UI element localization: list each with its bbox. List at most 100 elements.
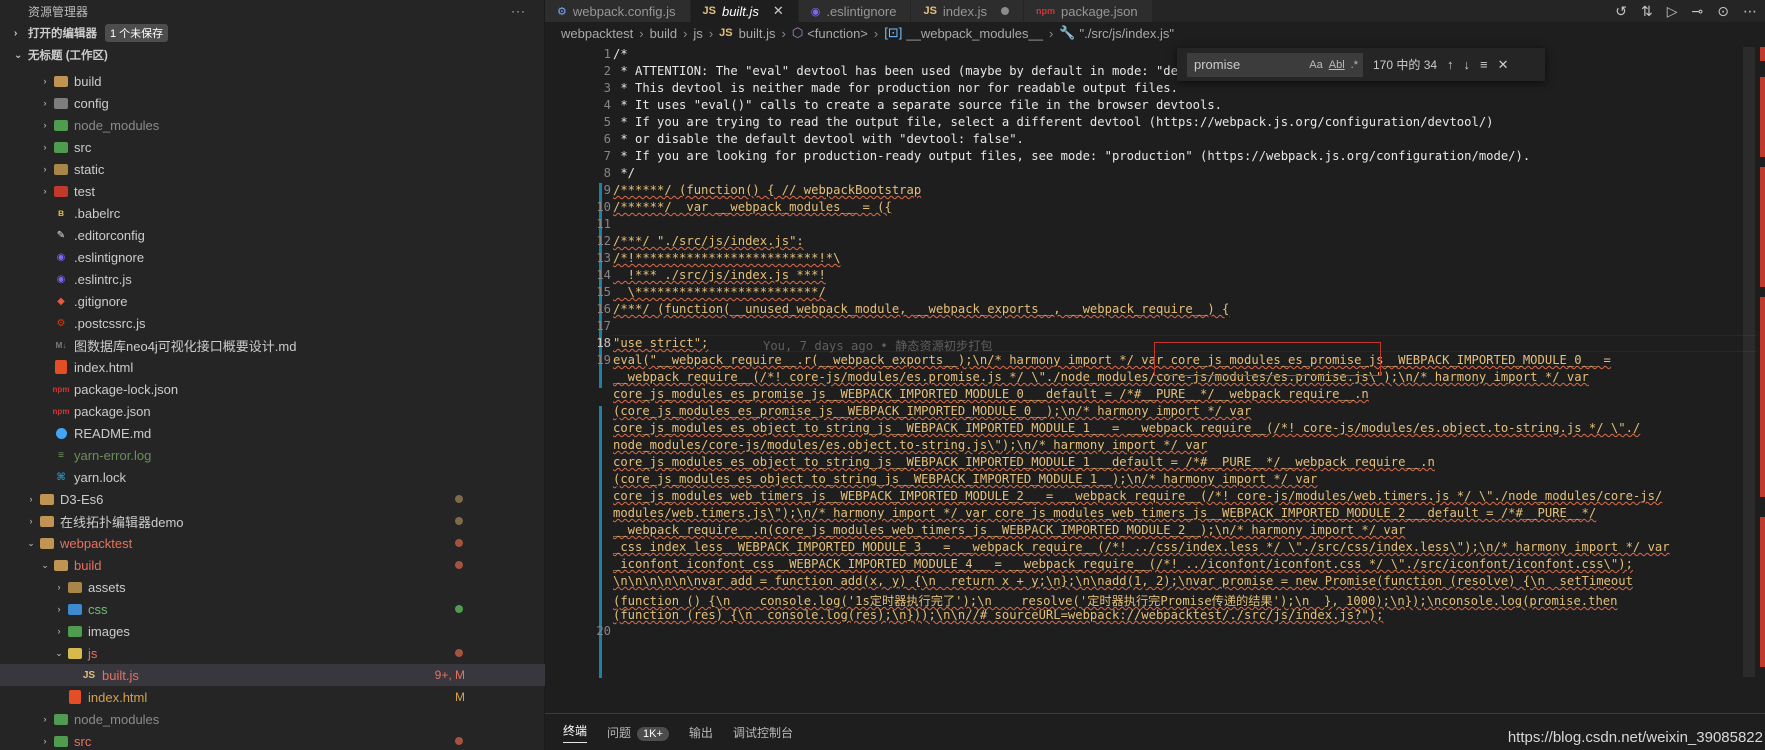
node-folder-icon (52, 117, 70, 133)
tree-item-eslintignore[interactable]: ◉ .eslintignore (0, 246, 545, 268)
css-folder-icon (66, 601, 84, 617)
code-line: __webpack_require__(/*! core-js/modules/… (613, 370, 1589, 384)
tree-item-label: src (74, 139, 92, 155)
folder-icon (52, 73, 70, 89)
status-dot (455, 605, 463, 613)
tree-item-yarn-lock[interactable]: ⌘ yarn.lock (0, 466, 545, 488)
tree-item-static[interactable]: › static (0, 158, 545, 180)
eslint-icon: ◉ (56, 251, 66, 263)
split-editor-icon[interactable]: ⊙ (1717, 3, 1729, 20)
more-actions-icon[interactable]: ··· (511, 4, 526, 18)
tree-item-built-js[interactable]: JS built.js 9+, M (0, 664, 545, 686)
git-commit-icon[interactable]: ⊸ (1692, 3, 1704, 20)
arrow-down-icon[interactable]: ↓ (1464, 57, 1471, 72)
tree-item-postcssrc[interactable]: ⚙ .postcssrc.js (0, 312, 545, 334)
tab-webpack-config[interactable]: ⚙ webpack.config.js (545, 0, 691, 22)
tab-package-json[interactable]: npm package.json (1024, 0, 1153, 22)
tree-item-build-index-html[interactable]: index.html M (0, 686, 545, 708)
tree-item-editorconfig[interactable]: ✎ .editorconfig (0, 224, 545, 246)
line-number: 7 (603, 149, 611, 163)
chevron-right-icon: › (43, 186, 47, 196)
chevron-right-icon: › (781, 25, 786, 41)
breadcrumb-item[interactable]: webpacktest (561, 26, 633, 41)
unsaved-dot-icon[interactable] (1001, 7, 1009, 15)
tab-problems[interactable]: 问题 1K+ (607, 724, 669, 741)
regex-toggle[interactable]: .* (1351, 59, 1358, 71)
whole-word-toggle[interactable]: Abl (1329, 59, 1345, 71)
tree-item-config[interactable]: › config (0, 92, 545, 114)
find-input[interactable]: promise Aa Abl .* (1187, 52, 1363, 77)
chevron-right-icon: › (29, 516, 33, 526)
tree-item-node-modules-2[interactable]: › node_modules (0, 708, 545, 730)
breadcrumb-item[interactable]: built.js (739, 26, 776, 41)
close-icon[interactable]: ✕ (1498, 57, 1509, 73)
tree-item-readme[interactable]: README.md (0, 422, 545, 444)
find-in-selection-icon[interactable]: ≡ (1480, 57, 1488, 72)
html5-icon (66, 689, 84, 705)
breadcrumb-item[interactable]: <function> (807, 26, 868, 41)
history-icon[interactable]: ↺ (1615, 3, 1627, 20)
tree-item-eslintrc[interactable]: ◉ .eslintrc.js (0, 268, 545, 290)
workspace-header[interactable]: ⌄ 无标题 (工作区) (0, 44, 544, 66)
tree-item-package-lock[interactable]: npm package-lock.json (0, 378, 545, 400)
tree-item-package-json[interactable]: npm package.json (0, 400, 545, 422)
tree-item-label: build (74, 557, 102, 573)
code-line: (function (res) {\n console.log(res);\n}… (613, 608, 1384, 622)
code-line: core_js_modules_web_timers_js__WEBPACK_I… (613, 489, 1663, 503)
close-icon[interactable]: ✕ (773, 3, 784, 19)
chevron-right-icon: › (29, 494, 33, 504)
breadcrumb-item[interactable]: "./src/js/index.js" (1080, 26, 1174, 41)
run-icon[interactable]: ▷ (1667, 3, 1678, 20)
arrow-up-icon[interactable]: ↑ (1447, 57, 1454, 72)
tab-debug-console[interactable]: 调试控制台 (733, 724, 793, 741)
more-icon[interactable]: ⋯ (1743, 3, 1757, 20)
tree-item-gitignore[interactable]: ◆ .gitignore (0, 290, 545, 312)
tree-item-src[interactable]: › src (0, 136, 545, 158)
tab-eslintignore[interactable]: ◉ .eslintignore (798, 0, 912, 22)
tree-item-label: .postcssrc.js (74, 315, 146, 331)
line-number: 3 (603, 81, 611, 95)
tree-item-label: README.md (74, 425, 152, 441)
tab-output[interactable]: 输出 (689, 724, 713, 741)
tree-item-test[interactable]: › test (0, 180, 545, 202)
tab-index-js[interactable]: JS index.js (911, 0, 1024, 22)
tree-item-assets[interactable]: › assets (0, 576, 545, 598)
match-case-toggle[interactable]: Aa (1309, 59, 1322, 71)
chevron-right-icon: › (14, 27, 18, 39)
tree-item-label: D3-Es6 (60, 491, 104, 507)
tree-root-d3-es6[interactable]: › D3-Es6 (0, 488, 545, 510)
code-line: modules/web.timers.js\");\n/* harmony im… (613, 506, 1597, 520)
tree-item-index-html[interactable]: index.html (0, 356, 545, 378)
tree-item-label: images (88, 623, 130, 639)
tree-root-topology-demo[interactable]: › 在线拓扑编辑器demo (0, 510, 545, 532)
breadcrumb-item[interactable]: __webpack_modules__ (906, 26, 1043, 41)
chevron-right-icon: › (43, 120, 47, 130)
tree-item-js[interactable]: ⌄ js (0, 642, 545, 664)
tree-item-css[interactable]: › css (0, 598, 545, 620)
tree-item-build-open[interactable]: ⌄ build (0, 554, 545, 576)
tab-built-js[interactable]: JS built.js ✕ (690, 0, 799, 22)
tree-item-build[interactable]: › build (0, 70, 545, 92)
tree-item-images[interactable]: › images (0, 620, 545, 642)
code-editor[interactable]: 1 2 3 4 5 6 7 8 9 10 11 12 13 14 15 16 1… (545, 47, 1765, 695)
tree-item-design-md[interactable]: M↓ 图数据库neo4j可视化接口概要设计.md (0, 334, 545, 356)
breadcrumb-item[interactable]: js (693, 26, 702, 41)
cube-icon: ⬡ (791, 25, 804, 40)
code-line: * ATTENTION: The "eval" devtool has been… (613, 64, 1267, 78)
tree-root-webpacktest[interactable]: ⌄ webpacktest (0, 532, 545, 554)
match-count: 170 中的 34 (1373, 58, 1438, 72)
tree-item-src-2[interactable]: › src (0, 730, 545, 750)
code-line: /* (613, 47, 628, 61)
explorer-title: 资源管理器 ··· (0, 0, 544, 22)
tree-item-node-modules[interactable]: › node_modules (0, 114, 545, 136)
vertical-scrollbar[interactable] (1743, 47, 1755, 677)
open-editors-header[interactable]: › 打开的编辑器 1 个未保存 (0, 22, 544, 44)
breadcrumb-item[interactable]: build (650, 26, 677, 41)
compare-icon[interactable]: ⇅ (1641, 3, 1653, 20)
tree-item-babelrc[interactable]: ʙ .babelrc (0, 202, 545, 224)
chevron-right-icon: › (639, 25, 644, 41)
git-icon: ◆ (57, 295, 65, 307)
src-folder-icon (52, 139, 70, 155)
tab-terminal[interactable]: 终端 (563, 722, 588, 743)
tree-item-yarn-error[interactable]: ≡ yarn-error.log (0, 444, 545, 466)
